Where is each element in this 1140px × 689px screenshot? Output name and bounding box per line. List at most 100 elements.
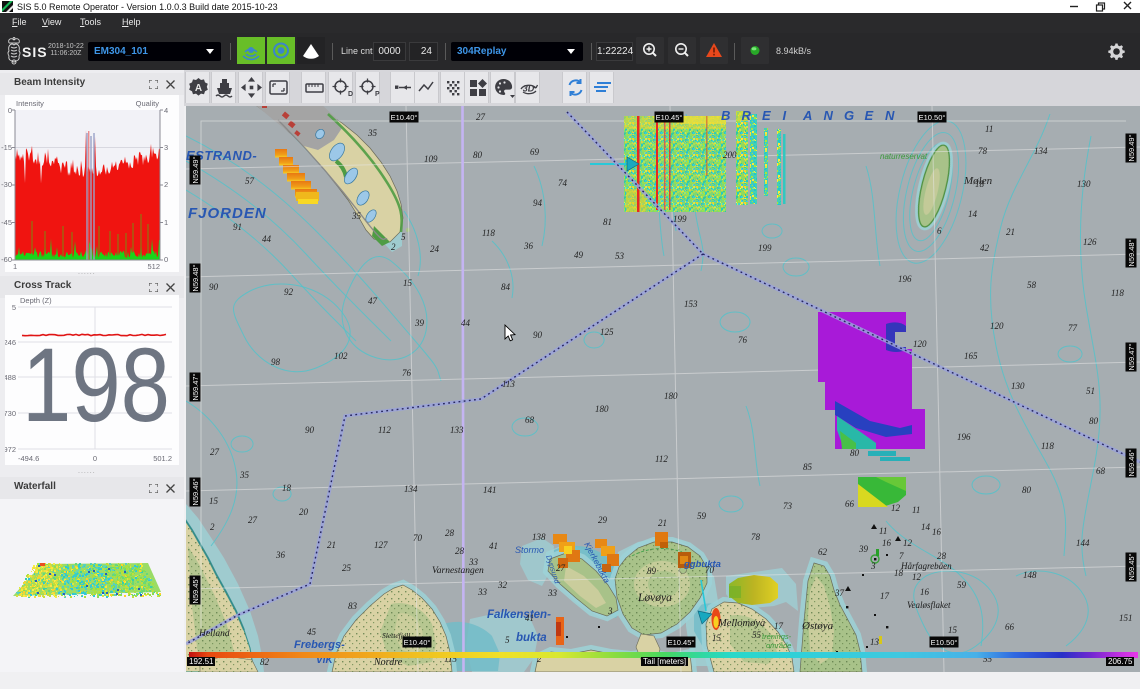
svg-text:196: 196: [898, 274, 912, 284]
svg-text:84: 84: [501, 282, 511, 292]
svg-text:Varnestangen: Varnestangen: [432, 566, 484, 576]
svg-text:28: 28: [937, 551, 947, 561]
svg-text:Vealøsflaket: Vealøsflaket: [907, 600, 951, 610]
svg-text:21: 21: [327, 540, 336, 550]
svg-text:144: 144: [1076, 538, 1090, 548]
svg-text:36: 36: [523, 241, 534, 251]
svg-text:41: 41: [489, 541, 498, 551]
svg-text:80: 80: [1022, 485, 1032, 495]
svg-text:20: 20: [299, 507, 309, 517]
svg-text:134: 134: [404, 484, 418, 494]
svg-text:E: E: [762, 108, 771, 123]
svg-text:Nordre: Nordre: [373, 657, 403, 668]
svg-text:14: 14: [921, 522, 931, 532]
svg-text:21: 21: [1006, 227, 1015, 237]
svg-text:70: 70: [705, 565, 715, 575]
svg-text:59: 59: [957, 580, 967, 590]
svg-text:70: 70: [413, 533, 423, 543]
svg-text:Østøya: Østøya: [801, 620, 834, 632]
svg-text:27: 27: [556, 563, 566, 573]
svg-text:1: 1: [13, 262, 17, 271]
svg-text:141: 141: [483, 485, 497, 495]
svg-text:118: 118: [1041, 441, 1054, 451]
svg-text:109: 109: [424, 154, 438, 164]
svg-text:90: 90: [305, 425, 315, 435]
svg-text:15: 15: [403, 278, 413, 288]
svg-text:77: 77: [1068, 323, 1078, 333]
svg-text:153: 153: [684, 299, 698, 309]
svg-text:148: 148: [1023, 570, 1037, 580]
svg-text:730: 730: [5, 409, 16, 418]
svg-text:39: 39: [414, 318, 425, 328]
svg-text:0: 0: [164, 255, 168, 264]
svg-text:11: 11: [879, 526, 887, 536]
svg-text:112: 112: [378, 425, 391, 435]
svg-text:118: 118: [482, 228, 495, 238]
svg-text:127: 127: [374, 540, 388, 550]
svg-text:4: 4: [164, 106, 168, 115]
svg-text:125: 125: [600, 327, 614, 337]
svg-text:90: 90: [533, 330, 543, 340]
svg-text:130: 130: [1011, 381, 1025, 391]
svg-text:Løvøya: Løvøya: [637, 592, 672, 604]
svg-text:972: 972: [5, 445, 16, 454]
svg-text:53: 53: [615, 251, 625, 261]
svg-text:512: 512: [147, 262, 160, 271]
svg-text:trenings-: trenings-: [762, 632, 792, 641]
svg-text:41: 41: [525, 613, 534, 623]
svg-text:198: 198: [22, 327, 170, 444]
svg-text:Helland: Helland: [198, 629, 230, 639]
svg-text:2: 2: [164, 180, 168, 189]
svg-text:N59.49°: N59.49°: [1127, 134, 1136, 161]
svg-text:16: 16: [920, 587, 930, 597]
svg-text:N: N: [885, 108, 895, 123]
svg-text:Intensity: Intensity: [16, 99, 44, 108]
svg-text:196: 196: [957, 432, 971, 442]
svg-text:199: 199: [758, 243, 772, 253]
svg-text:66: 66: [1005, 622, 1015, 632]
svg-text:28: 28: [455, 546, 465, 556]
svg-text:35: 35: [367, 128, 378, 138]
svg-text:134: 134: [1034, 146, 1048, 156]
svg-text:91: 91: [233, 222, 242, 232]
svg-text:5: 5: [505, 635, 510, 645]
svg-text:45: 45: [307, 627, 317, 637]
svg-text:P: P: [375, 91, 380, 98]
svg-text:-45: -45: [1, 218, 12, 227]
svg-text:74: 74: [558, 178, 568, 188]
svg-text:N59.45°: N59.45°: [1127, 553, 1136, 580]
svg-text:N59.49°: N59.49°: [191, 156, 200, 183]
svg-text:12: 12: [891, 503, 901, 513]
svg-text:15: 15: [712, 633, 722, 643]
svg-text:3: 3: [164, 143, 168, 152]
svg-text:18: 18: [975, 179, 985, 189]
svg-text:7: 7: [899, 551, 904, 561]
svg-text:83: 83: [348, 601, 358, 611]
svg-text:488: 488: [5, 373, 16, 382]
svg-text:130: 130: [1077, 179, 1091, 189]
svg-text:FJORDEN: FJORDEN: [188, 205, 267, 222]
svg-text:138: 138: [532, 532, 546, 542]
svg-text:57: 57: [245, 176, 255, 186]
svg-text:89: 89: [647, 566, 657, 576]
svg-text:6: 6: [937, 226, 942, 236]
svg-text:2: 2: [210, 522, 215, 532]
svg-text:-15: -15: [1, 143, 12, 152]
svg-text:98: 98: [271, 357, 281, 367]
svg-text:15: 15: [209, 496, 219, 506]
svg-text:80: 80: [850, 448, 860, 458]
svg-text:17: 17: [774, 621, 784, 631]
svg-text:område: område: [766, 641, 791, 650]
svg-text:A: A: [195, 83, 202, 94]
svg-text:D: D: [348, 91, 353, 98]
svg-text:80: 80: [473, 150, 483, 160]
svg-text:82: 82: [260, 657, 270, 667]
svg-text:N59.46°: N59.46°: [1127, 449, 1136, 476]
svg-text:A: A: [802, 108, 812, 123]
svg-text:N59.45°: N59.45°: [191, 576, 200, 603]
svg-text:11: 11: [912, 505, 920, 515]
svg-text:68: 68: [525, 415, 535, 425]
svg-text:15: 15: [948, 625, 958, 635]
svg-text:94: 94: [533, 198, 543, 208]
svg-text:0: 0: [93, 454, 97, 463]
